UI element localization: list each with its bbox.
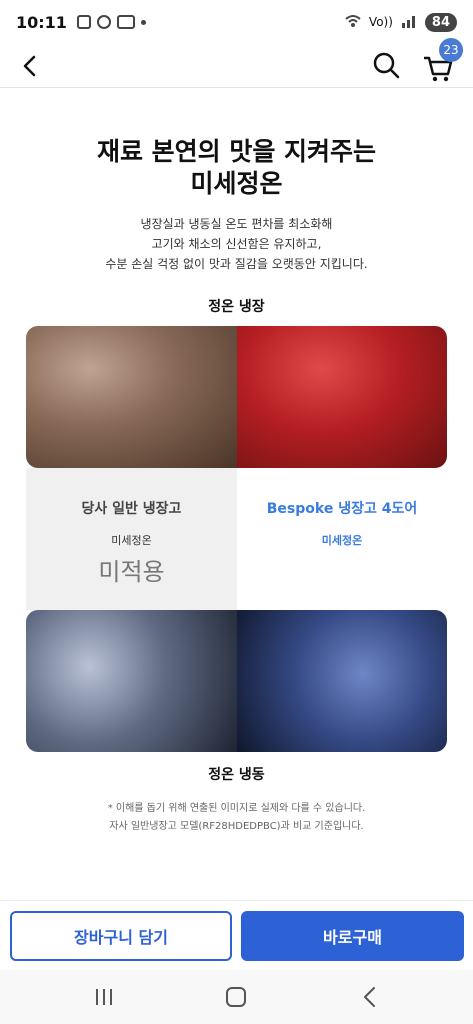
app-header: 23 [0,38,473,88]
bespoke-fridge-title: Bespoke 냉장고 4도어 [266,501,418,517]
threads-icon [96,15,111,29]
description-line-3: 수분 손실 걱정 없이 맛과 질감을 오랫동안 지킵니다. [105,257,368,271]
standard-fridge-status: 미적용 [98,558,165,586]
home-icon[interactable] [226,987,246,1007]
wifi-icon [345,14,361,31]
status-bar: 10:11 Vo)) 84 [0,0,473,44]
section-title-freezer: 정온 냉동 [208,767,265,783]
comparison-standard-fridge: 당사 일반 냉장고 미세정온 미적용 [26,468,237,610]
more-notifications-dot [140,19,146,25]
signal-icon [401,14,417,31]
notification-icons [76,15,146,29]
status-right: Vo)) 84 [345,12,457,32]
add-to-cart-button[interactable]: 장바구니 담기 [10,911,232,961]
headline-line-1: 재료 본연의 맛을 지켜주는 [96,137,377,166]
app-notification-icon [116,15,135,29]
notification-icon [76,15,91,29]
footnote-line-2: 자사 일반냉장고 모델(RF28HDEDPBC)과 비교 기준입니다. [109,821,364,832]
network-label: Vo)) [368,15,393,29]
blueberry-image-standard [26,610,237,752]
buy-now-button[interactable]: 바로구매 [241,911,464,961]
standard-fridge-title: 당사 일반 냉장고 [81,501,182,517]
blueberry-comparison-image [26,610,447,752]
page-headline: 재료 본연의 맛을 지켜주는 미세정온 [0,136,473,200]
system-navigation-bar [0,970,473,1024]
recent-apps-icon[interactable] [94,988,114,1006]
battery-indicator: 84 [424,12,457,32]
section-title-fridge: 정온 냉장 [208,299,265,315]
comparison-bespoke-fridge: Bespoke 냉장고 4도어 미세정온 [237,468,447,610]
footnote-line-1: * 이해를 돕기 위해 연출된 이미지로 실제와 다를 수 있습니다. [107,803,366,814]
disclaimer-footnote: * 이해를 돕기 위해 연출된 이미지로 실제와 다를 수 있습니다. 자사 일… [0,800,473,836]
headline-line-2: 미세정온 [190,169,283,198]
status-time: 10:11 [16,12,67,32]
meat-image-bespoke [236,326,447,468]
feature-description: 냉장실과 냉동실 온도 편차를 최소화해 고기와 채소의 신선함은 유지하고, … [0,214,473,274]
back-arrow-icon[interactable] [16,52,44,80]
cart-count-badge: 23 [439,38,463,62]
description-line-1: 냉장실과 냉동실 온도 편차를 최소화해 [140,217,333,231]
meat-image-standard [26,326,237,468]
standard-fridge-feature: 미세정온 [111,534,152,547]
search-icon[interactable] [371,50,401,80]
bespoke-fridge-feature: 미세정온 [321,534,363,547]
meat-comparison-image [26,326,447,468]
back-nav-icon[interactable] [360,986,380,1008]
purchase-action-bar: 장바구니 담기 바로구매 [0,900,473,970]
description-line-2: 고기와 채소의 신선함은 유지하고, [151,237,322,251]
blueberry-image-bespoke [236,610,447,752]
